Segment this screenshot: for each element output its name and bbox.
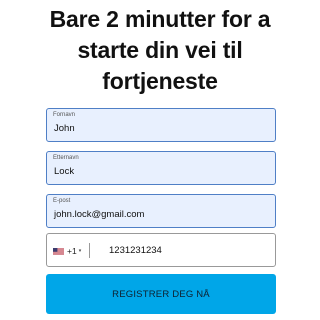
email-field[interactable]: E-post john.lock@gmail.com: [46, 194, 276, 228]
last-name-value[interactable]: Lock: [54, 166, 74, 178]
title-line-2: starte din vei til: [77, 37, 243, 63]
email-label: E-post: [53, 198, 71, 204]
signup-page: Bare 2 minutter for a starte din vei til…: [0, 0, 320, 320]
first-name-field[interactable]: Fornavn John: [46, 108, 276, 142]
title-line-3: fortjeneste: [102, 68, 218, 94]
divider: [89, 243, 90, 258]
register-button[interactable]: REGISTRER DEG NÅ: [46, 274, 276, 314]
page-title: Bare 2 minutter for a starte din vei til…: [20, 4, 300, 97]
chevron-down-icon: ▾: [78, 248, 82, 254]
country-code-selector[interactable]: +1 ▾: [53, 243, 81, 259]
dial-code: +1: [67, 246, 77, 256]
email-value[interactable]: john.lock@gmail.com: [54, 209, 144, 221]
last-name-field[interactable]: Etternavn Lock: [46, 151, 276, 185]
first-name-value[interactable]: John: [54, 123, 75, 135]
first-name-label: Fornavn: [53, 112, 76, 118]
us-flag-icon: [53, 247, 64, 255]
title-line-1: Bare 2 minutter for a: [49, 6, 271, 32]
last-name-label: Etternavn: [53, 155, 79, 161]
phone-number-value[interactable]: 1231231234: [109, 245, 162, 257]
phone-field[interactable]: +1 ▾ 1231231234: [46, 233, 276, 267]
